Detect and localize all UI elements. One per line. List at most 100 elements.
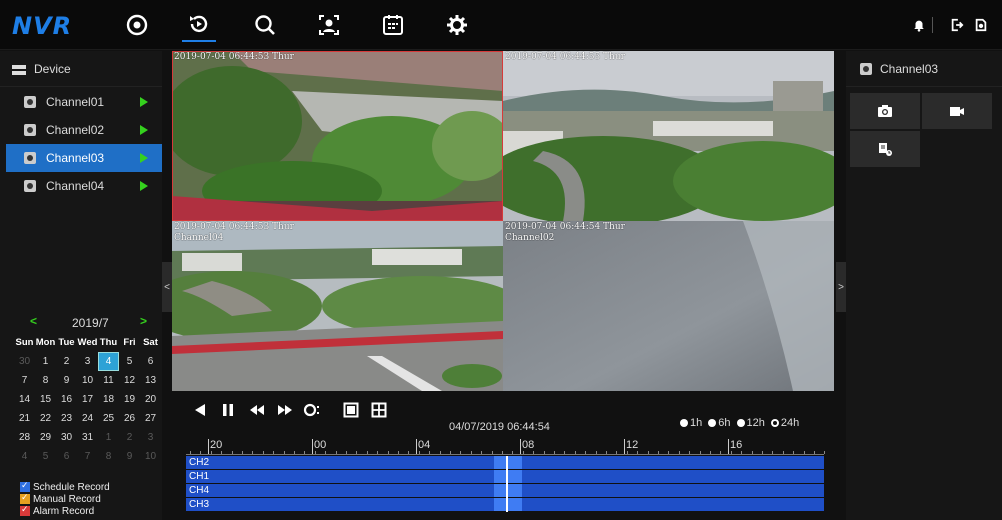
calendar-day[interactable]: 5 — [35, 447, 56, 466]
checkbox[interactable] — [20, 480, 30, 492]
timeline-ruler[interactable]: 20 00 04 08 12 16 — [186, 439, 826, 455]
single-screen-icon[interactable] — [342, 401, 360, 419]
search-icon[interactable] — [248, 8, 282, 42]
calendar-day[interactable]: 18 — [98, 390, 119, 409]
calendar-day[interactable]: 25 — [98, 409, 119, 428]
calendar-day[interactable]: 1 — [98, 428, 119, 447]
collapse-right-button[interactable]: > — [836, 262, 846, 312]
calendar-day[interactable]: 16 — [56, 390, 77, 409]
calendar-day[interactable]: 27 — [140, 409, 161, 428]
legend-schedule[interactable]: Schedule Record — [20, 480, 110, 493]
calendar-day[interactable]: 24 — [77, 409, 98, 428]
calendar-day[interactable]: 11 — [98, 371, 119, 390]
face-recognition-icon[interactable] — [312, 8, 346, 42]
checkbox[interactable] — [20, 492, 30, 504]
calendar-day[interactable]: 30 — [14, 352, 35, 371]
calendar-day[interactable]: 20 — [140, 390, 161, 409]
play-icon[interactable] — [140, 181, 148, 191]
calendar-day[interactable]: 2 — [56, 352, 77, 371]
calendar-day[interactable]: 19 — [119, 390, 140, 409]
calendar-icon[interactable] — [376, 8, 410, 42]
reverse-play-icon[interactable] — [192, 401, 208, 419]
power-icon[interactable] — [972, 16, 990, 34]
calendar-day[interactable]: 6 — [56, 447, 77, 466]
live-view-icon[interactable] — [120, 8, 154, 42]
video-cell-1[interactable]: 2019-07-04 06:44:53 Thur — [172, 51, 503, 221]
span-24h[interactable]: 24h — [770, 417, 799, 429]
channel-item-01[interactable]: Channel01 — [6, 88, 162, 116]
calendar-day[interactable]: 1 — [35, 352, 56, 371]
calendar-day[interactable]: 26 — [119, 409, 140, 428]
track-row[interactable]: CH4 — [186, 484, 824, 497]
ruler-tick — [294, 451, 295, 454]
ruler-tick — [803, 451, 805, 454]
track-row[interactable]: CH3 — [186, 498, 824, 511]
calendar-day[interactable]: 3 — [77, 352, 98, 371]
calendar-day[interactable]: 15 — [35, 390, 56, 409]
track-row[interactable]: CH2 — [186, 456, 824, 469]
span-12h[interactable]: 12h — [736, 417, 765, 429]
ruler-tick — [190, 451, 191, 454]
calendar-day[interactable]: 23 — [56, 409, 77, 428]
clip-export-button[interactable] — [850, 131, 920, 167]
video-cell-2[interactable]: 2019-07-04 06:44:55 Thur — [503, 51, 834, 221]
logout-icon[interactable] — [948, 16, 966, 34]
calendar-day[interactable]: 5 — [119, 352, 140, 371]
calendar-day[interactable]: 9 — [119, 447, 140, 466]
calendar-day[interactable]: 9 — [56, 371, 77, 390]
calendar-day[interactable]: 10 — [140, 447, 161, 466]
record-button[interactable] — [922, 93, 992, 129]
calendar-day[interactable]: 8 — [35, 371, 56, 390]
checkbox[interactable] — [20, 504, 30, 516]
gear-icon[interactable] — [440, 8, 474, 42]
calendar-day-selected[interactable]: 4 — [98, 352, 119, 371]
calendar-day[interactable]: 7 — [77, 447, 98, 466]
calendar-day[interactable]: 30 — [56, 428, 77, 447]
calendar-day[interactable]: 6 — [140, 352, 161, 371]
video-cell-4[interactable]: 2019-07-04 06:44:54 Thur Channel02 — [503, 221, 834, 391]
span-1h[interactable]: 1h — [680, 417, 702, 429]
calendar-day[interactable]: 4 — [14, 447, 35, 466]
legend-alarm[interactable]: Alarm Record — [20, 504, 110, 517]
bell-icon[interactable] — [910, 16, 928, 34]
fast-forward-icon[interactable] — [276, 401, 294, 419]
slow-rewind-icon[interactable] — [248, 401, 266, 419]
play-icon[interactable] — [140, 153, 148, 163]
calendar-day[interactable]: 8 — [98, 447, 119, 466]
calendar-day[interactable]: 17 — [77, 390, 98, 409]
calendar-day[interactable]: 3 — [140, 428, 161, 447]
span-6h[interactable]: 6h — [708, 417, 731, 429]
channel-item-04[interactable]: Channel04 — [6, 172, 162, 200]
play-icon[interactable] — [140, 125, 148, 135]
calendar-day[interactable]: 28 — [14, 428, 35, 447]
calendar-day[interactable]: 22 — [35, 409, 56, 428]
calendar-prev-button[interactable]: < — [30, 314, 37, 328]
calendar-day[interactable]: 14 — [14, 390, 35, 409]
track-row[interactable]: CH1 — [186, 470, 824, 483]
channel-item-02[interactable]: Channel02 — [6, 116, 162, 144]
legend-manual[interactable]: Manual Record — [20, 492, 110, 505]
frame-step-icon[interactable] — [303, 401, 323, 419]
camera-icon — [24, 96, 36, 108]
channel-item-03[interactable]: Channel03 — [6, 144, 162, 172]
snapshot-button[interactable] — [850, 93, 920, 129]
collapse-left-button[interactable]: < — [162, 262, 172, 312]
calendar-day[interactable]: 7 — [14, 371, 35, 390]
calendar-next-button[interactable]: > — [140, 314, 147, 328]
calendar-day[interactable]: 12 — [119, 371, 140, 390]
calendar-day[interactable]: 21 — [14, 409, 35, 428]
calendar-day[interactable]: 29 — [35, 428, 56, 447]
quad-screen-icon[interactable] — [370, 401, 388, 419]
ruler-tick — [408, 451, 410, 454]
calendar-day[interactable]: 10 — [77, 371, 98, 390]
pause-icon[interactable] — [220, 401, 236, 419]
calendar-day[interactable]: 31 — [77, 428, 98, 447]
playback-icon[interactable] — [182, 8, 216, 42]
timeline-tracks[interactable]: CH2 CH1 CH4 CH3 — [186, 456, 824, 512]
video-cell-3[interactable]: 2019-07-04 06:44:53 Thur Channel04 — [172, 221, 503, 391]
play-icon[interactable] — [140, 97, 148, 107]
playhead-cursor[interactable] — [506, 456, 508, 512]
timestamp: 2019-07-04 06:44:55 Thur — [505, 52, 625, 62]
calendar-day[interactable]: 13 — [140, 371, 161, 390]
calendar-day[interactable]: 2 — [119, 428, 140, 447]
